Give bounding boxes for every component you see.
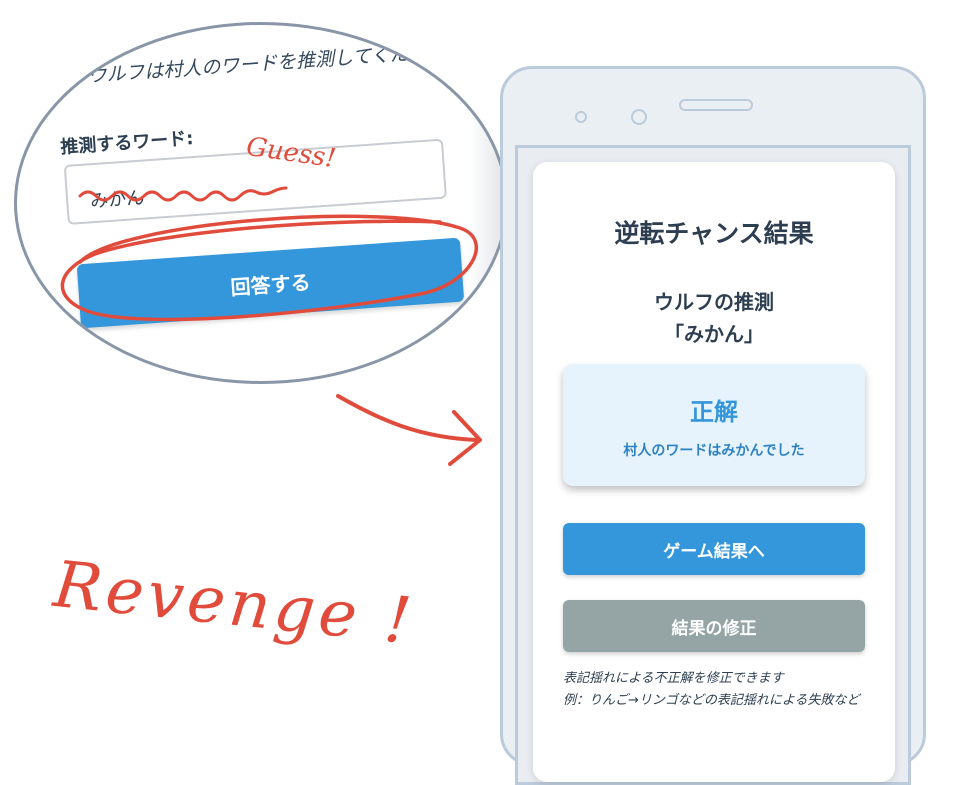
game-result-button[interactable]: ゲーム結果へ: [563, 523, 865, 575]
phone-screen: 逆転チャンス結果 ウルフの推測 「みかん」 正解 村人のワードはみかんでした ゲ…: [515, 145, 911, 785]
wolf-guess-value: 「みかん」: [664, 322, 764, 346]
instruction-text: ウルフは村人のワードを推測してくだ: [86, 42, 410, 88]
wolf-guess-heading: ウルフの推測: [654, 290, 774, 314]
result-status: 正解: [690, 398, 738, 426]
fix-note-line1: 表記揺れによる不正解を修正できます: [563, 671, 784, 686]
submit-answer-button[interactable]: 回答する: [76, 237, 465, 329]
result-detail: 村人のワードはみかんでした: [623, 443, 805, 459]
phone-sensor-icon: [575, 111, 587, 123]
zoom-callout: ウルフは村人のワードを推測してくだ 推測するワード: みかん 回答する: [14, 22, 508, 384]
revenge-annotation: Revenge !: [50, 548, 419, 660]
fix-result-button[interactable]: 結果の修正: [563, 600, 865, 652]
fix-note: 表記揺れによる不正解を修正できます 例：りんご→リンゴなどの表記揺れによる失敗な…: [563, 668, 863, 712]
guess-input-label: 推測するワード:: [59, 127, 195, 159]
arrow-to-phone: [336, 394, 480, 442]
guess-input-value: みかん: [89, 187, 145, 213]
phone-frame: 逆転チャンス結果 ウルフの推測 「みかん」 正解 村人のワードはみかんでした ゲ…: [500, 66, 926, 785]
result-card: 逆転チャンス結果 ウルフの推測 「みかん」 正解 村人のワードはみかんでした ゲ…: [533, 162, 895, 782]
phone-speaker: [679, 99, 753, 111]
result-box: 正解 村人のワードはみかんでした: [563, 364, 865, 486]
page-title: 逆転チャンス結果: [614, 219, 814, 248]
phone-camera-icon: [631, 109, 647, 125]
arrow-head: [448, 410, 482, 466]
fix-note-line2: 例：りんご→リンゴなどの表記揺れによる失敗など: [563, 693, 860, 708]
zoom-content: ウルフは村人のワードを推測してくだ 推測するワード: みかん 回答する: [17, 25, 505, 381]
